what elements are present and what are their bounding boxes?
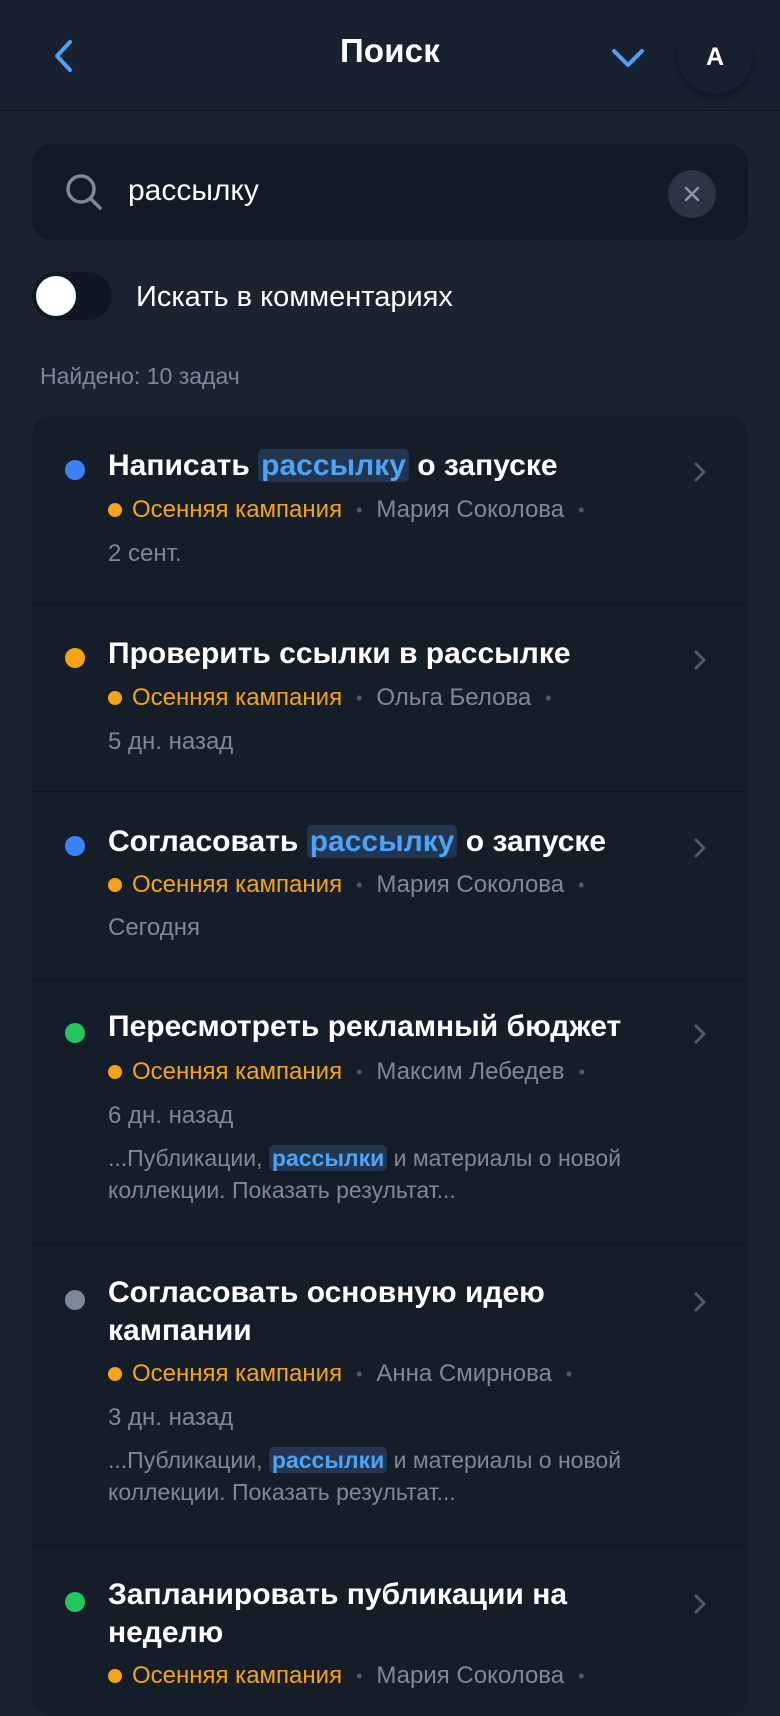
search-highlight: рассылки [268, 1145, 388, 1171]
results-count: Найдено: 10 задач [40, 363, 240, 389]
clear-search-button[interactable] [668, 170, 716, 218]
search-highlight: рассылки [268, 1447, 388, 1473]
project-name: Осенняя кампания [132, 1058, 343, 1085]
results-list: Написать рассылку о запуске Осенняя камп… [32, 416, 748, 1716]
status-dot [65, 460, 85, 480]
search-field[interactable]: рассылку [32, 144, 748, 240]
dropdown-button[interactable] [608, 38, 648, 78]
task-date: 6 дн. назад [108, 1102, 234, 1129]
search-input[interactable]: рассылку [128, 174, 259, 208]
task-row[interactable]: Запланировать публикации на неделю Осенн… [32, 1546, 748, 1716]
task-title: Запланировать публикации на неделю [108, 1578, 568, 1649]
chevron-right-icon [694, 462, 706, 482]
assignee-name: Мария Соколова [376, 496, 565, 523]
chevron-right-icon [694, 1024, 706, 1044]
close-icon [684, 186, 700, 202]
task-title: Согласовать основную идею кампании [108, 1276, 545, 1347]
search-highlight: рассылку [258, 449, 409, 482]
header-bar: Поиск А [0, 0, 780, 111]
task-title: Проверить ссылки в рассылке [108, 637, 571, 670]
task-date: 2 сент. [108, 540, 182, 567]
chevron-right-icon [694, 838, 706, 858]
task-title: Согласовать рассылку о запуске [108, 825, 607, 858]
task-date: Сегодня [108, 914, 200, 941]
task-title: Пересмотреть рекламный бюджет [108, 1010, 622, 1043]
search-icon [66, 174, 102, 210]
task-row[interactable]: Пересмотреть рекламный бюджет Осенняя ка… [32, 980, 748, 1244]
project-name: Осенняя кампания [132, 684, 343, 711]
project-dot [108, 1367, 122, 1381]
comments-toggle[interactable] [32, 272, 112, 320]
task-row[interactable]: Написать рассылку о запуске Осенняя камп… [32, 416, 748, 604]
project-dot [108, 878, 122, 892]
project-dot [108, 1669, 122, 1683]
project-dot [108, 1065, 122, 1079]
status-dot [65, 648, 85, 668]
project-name: Осенняя кампания [132, 1360, 343, 1387]
project-name: Осенняя кампания [132, 1662, 343, 1689]
task-date: 3 дн. назад [108, 1404, 234, 1431]
project-dot [108, 503, 122, 517]
task-meta: Осенняя кампания • Анна Смирнова • [108, 1360, 586, 1388]
task-row[interactable]: Согласовать рассылку о запуске Осенняя к… [32, 792, 748, 980]
chevron-down-icon [612, 49, 644, 67]
task-meta: Осенняя кампания • Мария Соколова • [108, 871, 598, 899]
chevron-right-icon [694, 1292, 706, 1312]
assignee-name: Анна Смирнова [376, 1360, 552, 1387]
chevron-right-icon [694, 1594, 706, 1614]
chevron-right-icon [694, 650, 706, 670]
page-title: Поиск [339, 32, 441, 69]
project-dot [108, 691, 122, 705]
assignee-name: Максим Лебедев [376, 1058, 565, 1085]
task-meta: Осенняя кампания • Ольга Белова • [108, 684, 566, 712]
task-meta: Осенняя кампания • Мария Соколова • [108, 1662, 598, 1690]
project-name: Осенняя кампания [132, 496, 343, 523]
project-name: Осенняя кампания [132, 871, 343, 898]
status-dot [65, 1290, 85, 1310]
status-dot [65, 1592, 85, 1612]
assignee-name: Ольга Белова [376, 684, 532, 711]
status-dot [65, 836, 85, 856]
comment-snippet: ...Публикации, рассылки и материалы о но… [108, 1145, 622, 1203]
comment-snippet: ...Публикации, рассылки и материалы о но… [108, 1447, 622, 1505]
assignee-name: Мария Соколова [376, 1662, 565, 1689]
task-title: Написать рассылку о запуске [108, 449, 558, 482]
avatar[interactable]: А [678, 20, 752, 94]
task-meta: Осенняя кампания • Мария Соколова • [108, 496, 598, 524]
task-row[interactable]: Проверить ссылки в рассылке Осенняя камп… [32, 604, 748, 792]
task-date: 5 дн. назад [108, 728, 234, 755]
task-row[interactable]: Согласовать основную идею кампании Осенн… [32, 1244, 748, 1546]
status-dot [65, 1023, 85, 1043]
toggle-knob [36, 276, 76, 316]
comments-toggle-label: Искать в комментариях [136, 281, 453, 313]
assignee-name: Мария Соколова [376, 871, 565, 898]
search-highlight: рассылку [306, 825, 458, 858]
task-meta: Осенняя кампания • Максим Лебедев • [108, 1058, 599, 1086]
